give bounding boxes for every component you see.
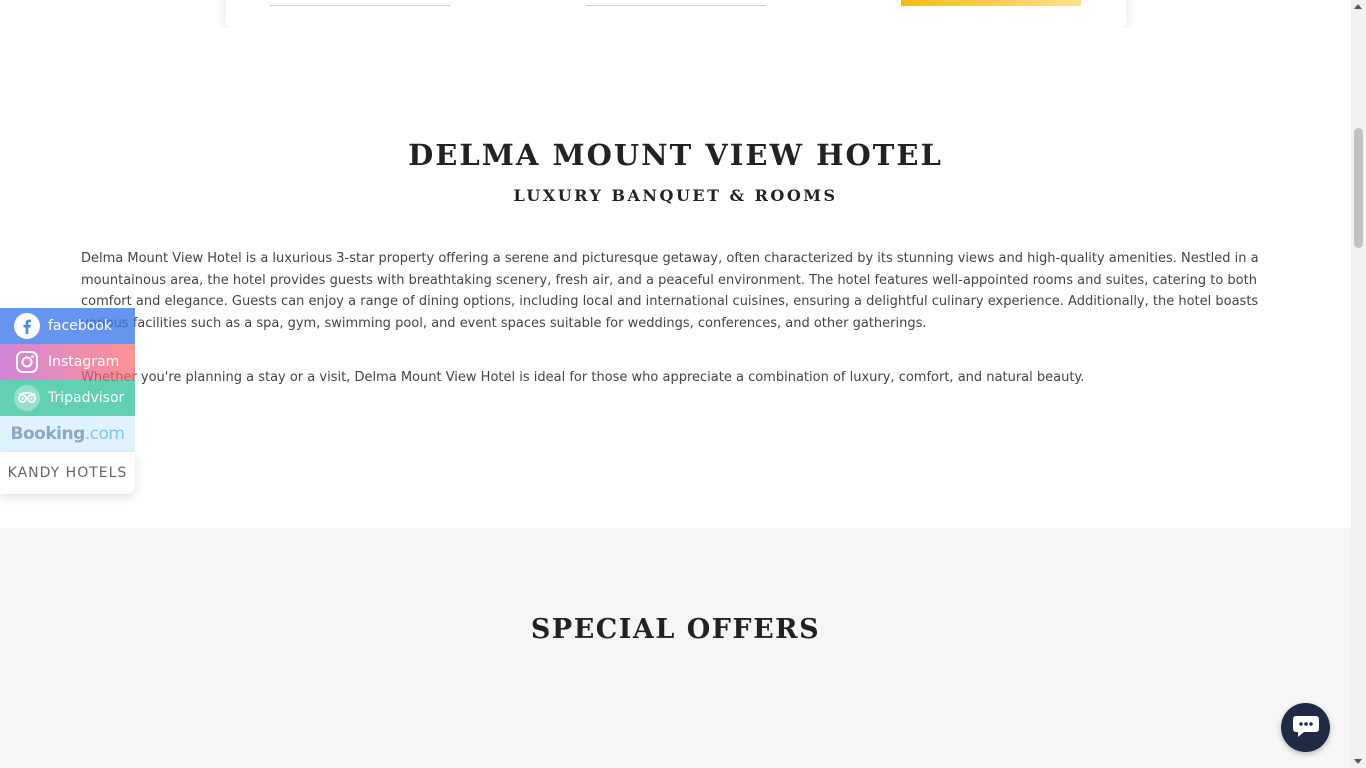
facebook-link[interactable]: facebook bbox=[0, 308, 135, 344]
chat-button[interactable] bbox=[1281, 703, 1330, 752]
booking-field-checkin[interactable] bbox=[270, 5, 450, 6]
booking-com-logo: Booking.com bbox=[10, 424, 125, 444]
hotel-description-paragraph: Delma Mount View Hotel is a luxurious 3-… bbox=[81, 251, 1259, 331]
facebook-label: facebook bbox=[48, 318, 112, 334]
booking-form-card bbox=[226, 0, 1126, 28]
tripadvisor-owl-icon bbox=[12, 383, 42, 413]
page-scrollbar[interactable] bbox=[1351, 0, 1366, 768]
scroll-thumb[interactable] bbox=[1354, 128, 1363, 248]
scroll-down-arrow-icon[interactable] bbox=[1354, 759, 1362, 764]
hotel-subtitle: LUXURY BANQUET & ROOMS bbox=[513, 186, 838, 205]
chat-bubble-icon bbox=[1292, 713, 1320, 743]
special-offers-section: SPECIAL OFFERS bbox=[0, 528, 1351, 768]
booking-submit-button[interactable] bbox=[901, 0, 1081, 6]
tripadvisor-link[interactable]: Tripadvisor bbox=[0, 380, 135, 416]
hotel-title: DELMA MOUNT VIEW HOTEL bbox=[408, 138, 943, 172]
kandy-hotels-label[interactable]: KANDY HOTELS bbox=[0, 452, 135, 494]
special-offers-title: SPECIAL OFFERS bbox=[530, 614, 821, 645]
tripadvisor-label: Tripadvisor bbox=[48, 390, 125, 406]
instagram-label: Instagram bbox=[48, 354, 120, 370]
facebook-icon bbox=[12, 311, 42, 341]
booking-field-checkout[interactable] bbox=[586, 5, 766, 6]
scroll-up-arrow-icon[interactable] bbox=[1354, 4, 1362, 9]
booking-com-link[interactable]: Booking.com bbox=[0, 416, 135, 452]
hotel-closing-paragraph: Whether you're planning a stay or a visi… bbox=[81, 370, 1085, 385]
instagram-icon bbox=[12, 347, 42, 377]
instagram-link[interactable]: Instagram bbox=[0, 344, 135, 380]
hotel-intro-section: DELMA MOUNT VIEW HOTEL LUXURY BANQUET & … bbox=[0, 28, 1351, 528]
social-sidebar: facebook Instagram Tripadvisor Booking.c… bbox=[0, 308, 135, 494]
